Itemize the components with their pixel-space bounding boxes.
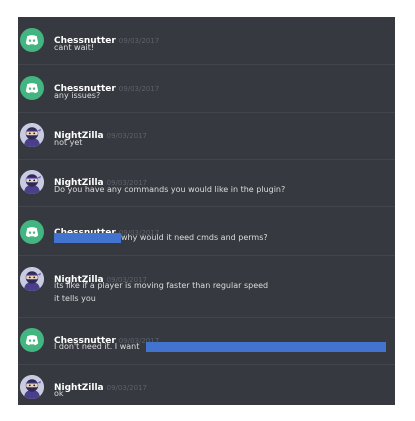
discord-logo-icon[interactable]	[20, 28, 44, 52]
discord-logo-icon[interactable]	[20, 328, 44, 352]
ninja-avatar-icon[interactable]	[20, 375, 44, 399]
message-timestamp: 09/03/2017	[106, 132, 147, 140]
message-text: I don't need it. I want	[54, 342, 140, 351]
message-text-line: why would it need cmds and perms?	[54, 233, 268, 243]
redaction-bar	[146, 342, 387, 352]
ninja-avatar-icon[interactable]	[20, 267, 44, 291]
message-divider	[18, 159, 395, 160]
redaction-bar	[54, 233, 121, 243]
message-timestamp: 09/03/2017	[118, 37, 160, 45]
message-divider	[18, 112, 395, 113]
discord-logo-icon[interactable]	[20, 76, 44, 100]
message-text: any issues?	[54, 91, 101, 100]
message-divider	[18, 364, 395, 365]
message-divider	[18, 64, 395, 65]
ninja-avatar-icon[interactable]	[20, 123, 44, 147]
message-text-line: I don't need it. I want	[54, 342, 387, 352]
message-divider	[18, 255, 395, 256]
message-text: why would it need cmds and perms?	[121, 233, 268, 242]
message-text: not yet	[54, 138, 83, 147]
ninja-avatar-icon[interactable]	[20, 170, 44, 194]
message-text: its like if a player is moving faster th…	[54, 281, 269, 290]
message-text: it tells you	[54, 294, 96, 303]
message-divider	[18, 317, 395, 318]
message-divider	[18, 206, 395, 207]
message-timestamp: 09/03/2017	[106, 384, 147, 392]
message-text: ok	[54, 389, 64, 398]
chat-message-list: Chessnutter 09/03/2017 cant wait! Chessnu…	[18, 17, 395, 405]
message-timestamp: 09/03/2017	[118, 85, 160, 93]
discord-logo-icon[interactable]	[20, 220, 44, 244]
message-text: Do you have any commands you would like …	[54, 185, 286, 194]
message-text: cant wait!	[54, 43, 95, 52]
